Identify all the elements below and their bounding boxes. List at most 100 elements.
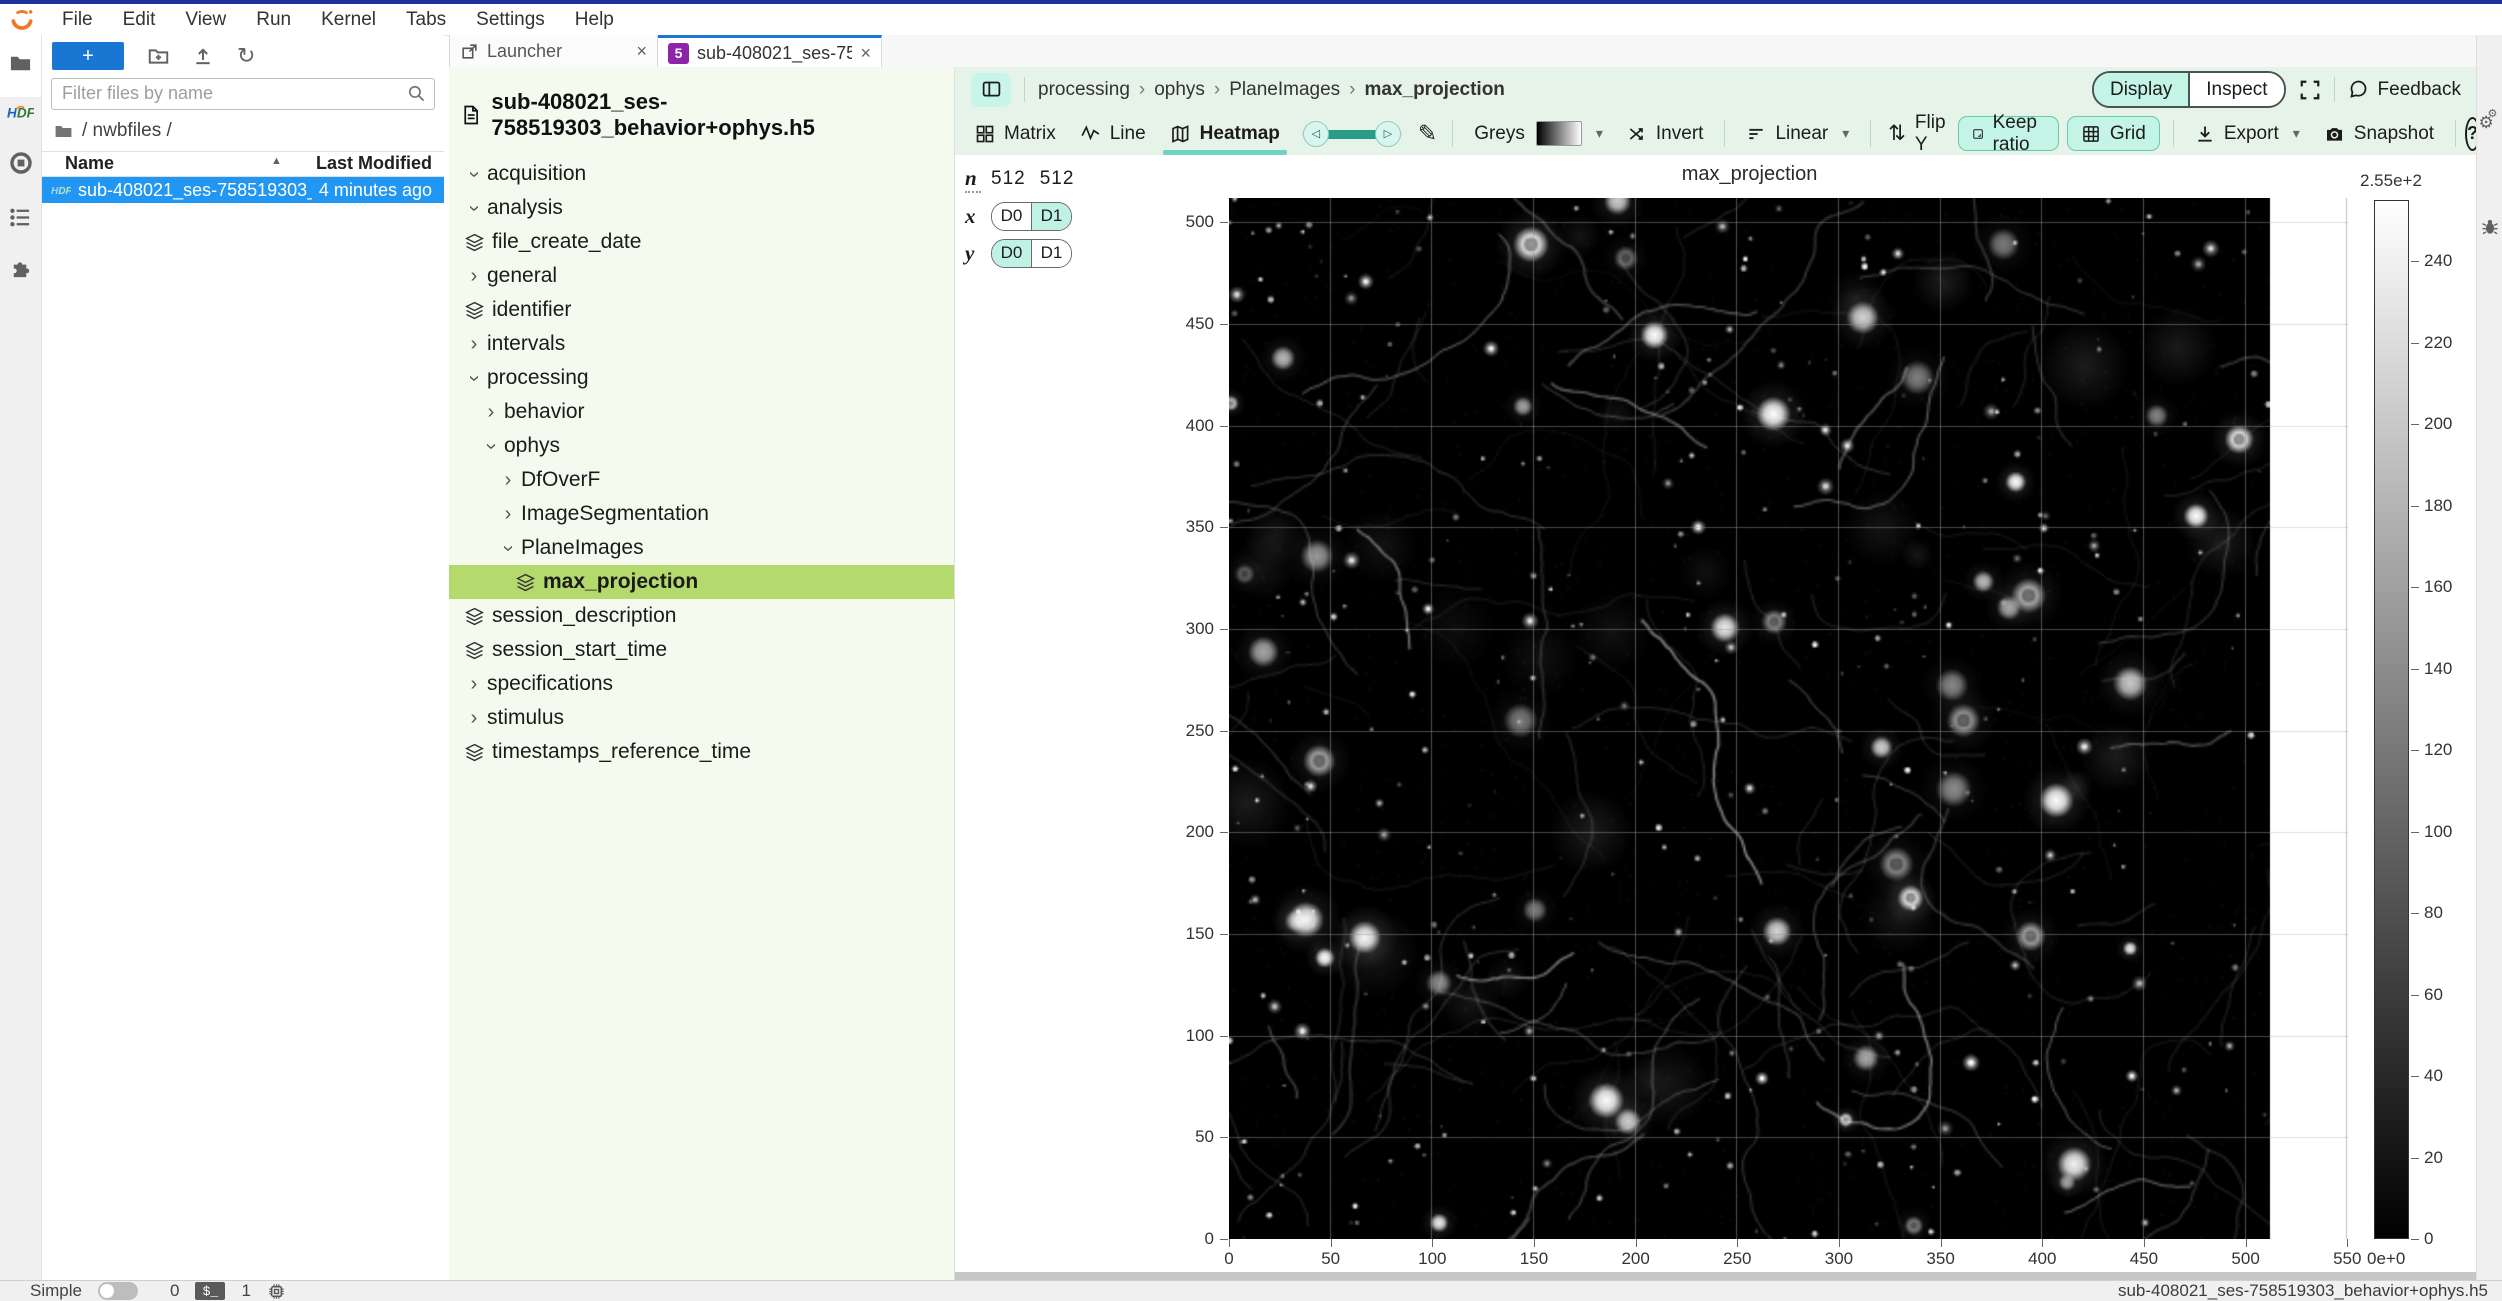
property-inspector-icon[interactable]: ⚙⚙ — [2477, 113, 2502, 135]
column-last-modified[interactable]: Last Modified — [316, 153, 432, 174]
scale-selector[interactable]: Linear ▾ — [1734, 112, 1861, 155]
heatmap-vis-button[interactable]: Heatmap — [1158, 112, 1292, 155]
debugger-icon[interactable] — [2477, 217, 2502, 237]
domain-slider[interactable]: ◁ ▷ — [1302, 121, 1402, 147]
tree-item-behavior[interactable]: ›behavior — [449, 395, 954, 429]
x-tick — [2347, 1239, 2348, 1247]
crumb-PlaneImages[interactable]: PlaneImages — [1229, 79, 1340, 101]
tab-launcher[interactable]: Launcher × — [449, 35, 658, 67]
tree-item-stimulus[interactable]: ›stimulus — [449, 701, 954, 735]
running-sessions-icon[interactable] — [0, 143, 41, 183]
tree-item-analysis[interactable]: ›analysis — [449, 191, 954, 225]
tree-item-label: specifications — [487, 672, 613, 696]
sort-ascending-icon[interactable]: ▲ — [271, 155, 282, 167]
y-tick-label: 150 — [1154, 924, 1214, 944]
svg-text:DF: DF — [58, 185, 71, 196]
inspect-mode-button[interactable]: Inspect — [2190, 73, 2283, 106]
tree-item-file_create_date[interactable]: file_create_date — [449, 225, 954, 259]
file-filter-input[interactable] — [52, 79, 434, 107]
flip-y-button[interactable]: ⇅ Flip Y — [1880, 112, 1953, 155]
tree-item-identifier[interactable]: identifier — [449, 293, 954, 327]
tree-item-timestamps_reference_time[interactable]: timestamps_reference_time — [449, 735, 954, 769]
tree-item-ImageSegmentation[interactable]: ›ImageSegmentation — [449, 497, 954, 531]
snapshot-button[interactable]: Snapshot — [2312, 112, 2446, 155]
grid-toggle[interactable]: Grid — [2067, 116, 2160, 151]
menu-settings[interactable]: Settings — [461, 4, 560, 35]
tab-hdf5-file[interactable]: 5 sub-408021_ses-7585193 × — [658, 35, 882, 68]
sidebar-toggle-button[interactable] — [971, 73, 1011, 107]
column-name[interactable]: Name — [65, 153, 114, 174]
menu-kernel[interactable]: Kernel — [306, 4, 391, 35]
keep-ratio-toggle[interactable]: Keep ratio — [1958, 116, 2059, 151]
hdf5-sidebar-icon[interactable]: H DF — [0, 93, 41, 133]
invert-colormap-button[interactable]: Invert — [1615, 112, 1716, 155]
tree-item-session_start_time[interactable]: session_start_time — [449, 633, 954, 667]
menu-run[interactable]: Run — [241, 4, 306, 35]
crumb-ophys[interactable]: ophys — [1154, 79, 1205, 101]
display-mode-button[interactable]: Display — [2094, 73, 2190, 106]
file-icon — [461, 104, 481, 126]
tree-item-acquisition[interactable]: ›acquisition — [449, 157, 954, 191]
close-icon[interactable]: × — [636, 41, 647, 62]
caret-down-icon: ▾ — [1596, 125, 1603, 142]
breadcrumb-path[interactable]: / nwbfiles / — [82, 120, 172, 142]
fullscreen-icon[interactable] — [2299, 79, 2321, 101]
tree-item-specifications[interactable]: ›specifications — [449, 667, 954, 701]
y-dim-D1[interactable]: D1 — [1031, 240, 1071, 267]
colorbar-tick-label: 240 — [2424, 251, 2452, 271]
tree-item-label: behavior — [504, 400, 585, 424]
tree-item-label: general — [487, 264, 557, 288]
y-tick — [1220, 629, 1228, 630]
y-tick-label: 250 — [1154, 721, 1214, 741]
menu-help[interactable]: Help — [560, 4, 629, 35]
menu-edit[interactable]: Edit — [108, 4, 171, 35]
chevron-right-icon: › — [495, 469, 521, 492]
terminal-count[interactable]: 0 — [170, 1281, 179, 1301]
x-dim-D1[interactable]: D1 — [1031, 203, 1071, 230]
close-icon[interactable]: × — [860, 43, 871, 64]
extensions-icon[interactable] — [0, 247, 41, 287]
menu-tabs[interactable]: Tabs — [391, 4, 461, 35]
kernel-count[interactable]: 1 — [241, 1281, 250, 1301]
home-folder-icon[interactable] — [54, 122, 73, 141]
tree-item-DfOverF[interactable]: ›DfOverF — [449, 463, 954, 497]
menu-file[interactable]: File — [47, 4, 108, 35]
menu-view[interactable]: View — [170, 4, 241, 35]
tree-item-session_description[interactable]: session_description — [449, 599, 954, 633]
x-dim-D0[interactable]: D0 — [992, 203, 1031, 230]
refresh-icon[interactable]: ↻ — [237, 43, 255, 69]
feedback-button[interactable]: Feedback — [2348, 79, 2461, 101]
tree-item-max_projection[interactable]: max_projection — [449, 565, 954, 599]
file-row[interactable]: HDFsub-408021_ses-758519303_beha...4 min… — [42, 177, 444, 203]
simple-mode-toggle[interactable] — [98, 1282, 138, 1300]
tree-item-PlaneImages[interactable]: ›PlaneImages — [449, 531, 954, 565]
dock-tab-bar: Launcher × 5 sub-408021_ses-7585193 × — [449, 35, 2477, 68]
edit-domain-button[interactable]: ✎ — [1412, 112, 1443, 155]
domain-min-handle[interactable]: ◁ — [1303, 121, 1329, 147]
export-button[interactable]: Export ▾ — [2183, 112, 2312, 155]
crumb-processing[interactable]: processing — [1038, 79, 1130, 101]
new-folder-icon[interactable] — [148, 46, 169, 67]
x-tick-label: 300 — [1825, 1249, 1853, 1269]
colormap-selector[interactable]: Greys ▾ — [1462, 112, 1615, 155]
crumb-max_projection[interactable]: max_projection — [1364, 79, 1504, 101]
tree-item-general[interactable]: ›general — [449, 259, 954, 293]
matrix-vis-button[interactable]: Matrix — [963, 112, 1068, 155]
upload-icon[interactable] — [193, 46, 213, 67]
tree-item-ophys[interactable]: ›ophys — [449, 429, 954, 463]
y-tick-label: 450 — [1154, 314, 1214, 334]
table-of-contents-icon[interactable] — [0, 197, 41, 237]
line-vis-button[interactable]: Line — [1068, 112, 1158, 155]
new-launcher-button[interactable]: + — [52, 42, 124, 70]
domain-max-handle[interactable]: ▷ — [1375, 121, 1401, 147]
tree-item-processing[interactable]: ›processing — [449, 361, 954, 395]
file-browser-icon[interactable] — [0, 43, 41, 83]
tree-item-intervals[interactable]: ›intervals — [449, 327, 954, 361]
colorbar-tick — [2411, 750, 2419, 751]
y-dim-D0[interactable]: D0 — [992, 240, 1031, 267]
heatmap-canvas[interactable] — [1229, 198, 2348, 1239]
colorbar-tick-label: 200 — [2424, 414, 2452, 434]
kernel-chip-icon[interactable] — [267, 1282, 286, 1301]
colorbar-tick-label: 220 — [2424, 333, 2452, 353]
terminal-icon[interactable]: $_ — [195, 1282, 225, 1300]
